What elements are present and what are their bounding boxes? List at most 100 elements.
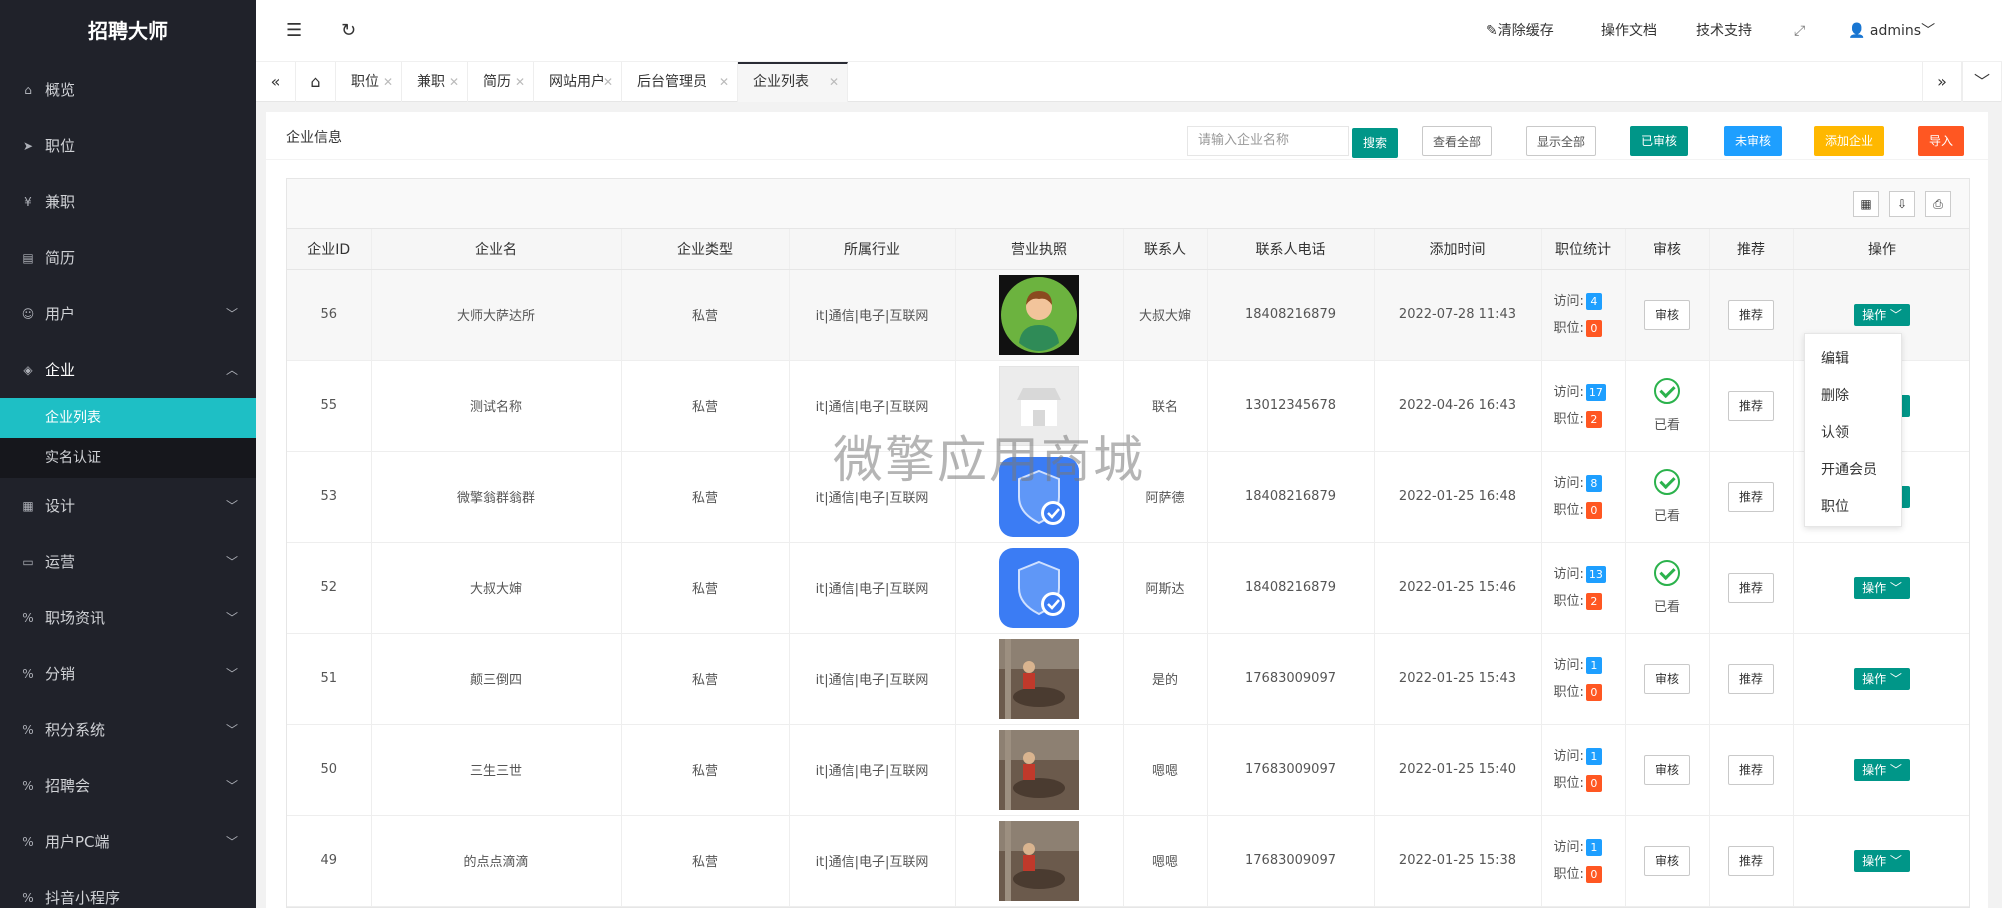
fullscreen-icon[interactable]: ⤢ xyxy=(1794,0,1805,62)
license-image[interactable] xyxy=(999,820,1079,901)
recommend-button[interactable]: 推荐 xyxy=(1728,572,1774,603)
sidebar-item-career-news[interactable]: % 职场资讯 ﹀ xyxy=(0,590,256,646)
unapproved-filter-button[interactable]: 未审核 xyxy=(1724,126,1782,156)
sidebar-item-design[interactable]: ▦ 设计 ﹀ xyxy=(0,478,256,534)
cell-time: 2022-07-28 11:43 xyxy=(1374,269,1542,361)
cell-id: 56 xyxy=(287,269,372,361)
tabs-more-icon[interactable]: ﹀ xyxy=(1962,62,2002,102)
tab-site-users[interactable]: 网站用户 ✕ xyxy=(534,62,622,102)
tab-resume[interactable]: 简历 ✕ xyxy=(468,62,534,102)
audit-button[interactable]: 审核 xyxy=(1644,663,1690,694)
export-icon[interactable]: ⇩ xyxy=(1889,191,1915,217)
license-image[interactable] xyxy=(999,456,1079,537)
actions-dropdown-button[interactable]: 操作 ﹀ xyxy=(1854,576,1910,599)
cell-id: 50 xyxy=(287,724,372,816)
sidebar-item-points[interactable]: % 积分系统 ﹀ xyxy=(0,702,256,758)
cell-license xyxy=(955,815,1124,907)
recommend-button[interactable]: 推荐 xyxy=(1728,390,1774,421)
sidebar-subitem-company-list[interactable]: 企业列表 xyxy=(0,398,256,438)
search-input[interactable]: 请输入企业名称 xyxy=(1187,126,1349,156)
job-label: 职位: xyxy=(1553,502,1584,518)
tab-company-list[interactable]: 企业列表 ✕ xyxy=(738,62,848,102)
cell-audit: 已看 xyxy=(1625,451,1710,543)
user-menu[interactable]: 👤 admins﹀ xyxy=(1848,0,1935,62)
approved-filter-button[interactable]: 已审核 xyxy=(1630,126,1688,156)
close-icon[interactable]: ✕ xyxy=(515,62,525,102)
sidebar-item-job-fair[interactable]: % 招聘会 ﹀ xyxy=(0,758,256,814)
menu-item-delete[interactable]: 删除 xyxy=(1805,378,1901,415)
menu-item-claim[interactable]: 认领 xyxy=(1805,415,1901,452)
clear-cache-button[interactable]: ✎清除缓存 xyxy=(1486,0,1554,62)
menu-item-edit[interactable]: 编辑 xyxy=(1805,341,1901,378)
cell-audit: 审核 xyxy=(1625,269,1710,361)
sidebar-item-overview[interactable]: ⌂ 概览 xyxy=(0,62,256,118)
recommend-button[interactable]: 推荐 xyxy=(1728,663,1774,694)
sidebar-item-user-pc[interactable]: % 用户PC端 ﹀ xyxy=(0,814,256,870)
cell-contact: 大叔大婶 xyxy=(1123,269,1208,361)
cell-stats: 访问: 8 职位: 0 xyxy=(1541,451,1626,543)
recommend-button[interactable]: 推荐 xyxy=(1728,845,1774,876)
sidebar-item-company[interactable]: ◈ 企业 ︿ xyxy=(0,342,256,398)
job-count-badge: 0 xyxy=(1585,774,1602,792)
close-icon[interactable]: ✕ xyxy=(829,64,839,100)
recommend-button[interactable]: 推荐 xyxy=(1728,754,1774,785)
tab-admins[interactable]: 后台管理员 ✕ xyxy=(622,62,738,102)
row-action-dropdown: 编辑 删除 认领 开通会员 职位 xyxy=(1804,333,1902,527)
menu-collapse-icon[interactable]: ☰ xyxy=(286,0,302,62)
send-icon: ➤ xyxy=(22,139,34,153)
cell-time: 2022-04-26 16:43 xyxy=(1374,360,1542,452)
license-image[interactable] xyxy=(999,274,1079,355)
tab-parttime[interactable]: 兼职 ✕ xyxy=(402,62,468,102)
close-icon[interactable]: ✕ xyxy=(449,62,459,102)
top-header: ☰ ↻ ✎清除缓存 操作文档 技术支持 ⤢ 👤 admins﹀ xyxy=(256,0,2002,62)
audit-button[interactable]: 审核 xyxy=(1644,299,1690,330)
license-image[interactable] xyxy=(999,547,1079,628)
tabs-scroll-left-icon[interactable]: « xyxy=(256,62,296,102)
sidebar-item-operations[interactable]: ▭ 运营 ﹀ xyxy=(0,534,256,590)
sidebar-item-jobs[interactable]: ➤ 职位 xyxy=(0,118,256,174)
license-image[interactable] xyxy=(999,365,1079,446)
menu-item-open-membership[interactable]: 开通会员 xyxy=(1805,452,1901,489)
chevron-down-icon: ﹀ xyxy=(1889,762,1902,777)
actions-dropdown-button[interactable]: 操作 ﹀ xyxy=(1854,758,1910,781)
close-icon[interactable]: ✕ xyxy=(719,62,729,102)
sidebar-item-users[interactable]: ☺ 用户 ﹀ xyxy=(0,286,256,342)
cell-time: 2022-01-25 15:38 xyxy=(1374,815,1542,907)
cell-phone: 18408216879 xyxy=(1207,542,1375,634)
license-image[interactable] xyxy=(999,638,1079,719)
docs-link[interactable]: 操作文档 xyxy=(1601,0,1657,62)
tab-jobs[interactable]: 职位 ✕ xyxy=(336,62,402,102)
table-row: 50 三生三世 私营 it|通信|电子|互联网 嗯嗯 17683009097 2022-01… xyxy=(287,724,1969,816)
actions-dropdown-button[interactable]: 操作 ﹀ xyxy=(1854,667,1910,690)
view-all-button[interactable]: 查看全部 xyxy=(1422,126,1492,156)
sidebar-item-parttime[interactable]: ¥ 兼职 xyxy=(0,174,256,230)
sidebar-subitem-verification[interactable]: 实名认证 xyxy=(0,438,256,478)
search-button[interactable]: 搜索 xyxy=(1352,128,1398,158)
columns-icon[interactable]: ▦ xyxy=(1853,191,1879,217)
import-button[interactable]: 导入 xyxy=(1918,126,1964,156)
add-company-button[interactable]: 添加企业 xyxy=(1814,126,1884,156)
refresh-icon[interactable]: ↻ xyxy=(341,0,356,62)
recommend-button[interactable]: 推荐 xyxy=(1728,299,1774,330)
cell-phone: 17683009097 xyxy=(1207,815,1375,907)
tab-home-icon[interactable]: ⌂ xyxy=(296,62,336,102)
actions-dropdown-button[interactable]: 操作 ﹀ xyxy=(1854,303,1910,326)
menu-item-jobs[interactable]: 职位 xyxy=(1805,489,1901,526)
close-icon[interactable]: ✕ xyxy=(383,62,393,102)
actions-dropdown-button[interactable]: 操作 ﹀ xyxy=(1854,849,1910,872)
license-image[interactable] xyxy=(999,729,1079,810)
audit-button[interactable]: 审核 xyxy=(1644,754,1690,785)
sidebar-item-douyin[interactable]: % 抖音小程序 xyxy=(0,870,256,908)
show-all-button[interactable]: 显示全部 xyxy=(1526,126,1596,156)
cell-recommend: 推荐 xyxy=(1709,269,1794,361)
close-icon[interactable]: ✕ xyxy=(603,62,613,102)
sidebar-item-resume[interactable]: ▤ 简历 xyxy=(0,230,256,286)
recommend-button[interactable]: 推荐 xyxy=(1728,481,1774,512)
sidebar-item-distribution[interactable]: % 分销 ﹀ xyxy=(0,646,256,702)
support-link[interactable]: 技术支持 xyxy=(1696,0,1752,62)
sidebar-item-label: 积分系统 xyxy=(45,721,106,739)
sidebar-item-label: 用户PC端 xyxy=(45,833,110,851)
print-icon[interactable]: ⎙ xyxy=(1925,191,1951,217)
audit-button[interactable]: 审核 xyxy=(1644,845,1690,876)
tabs-scroll-right-icon[interactable]: » xyxy=(1922,62,1962,102)
